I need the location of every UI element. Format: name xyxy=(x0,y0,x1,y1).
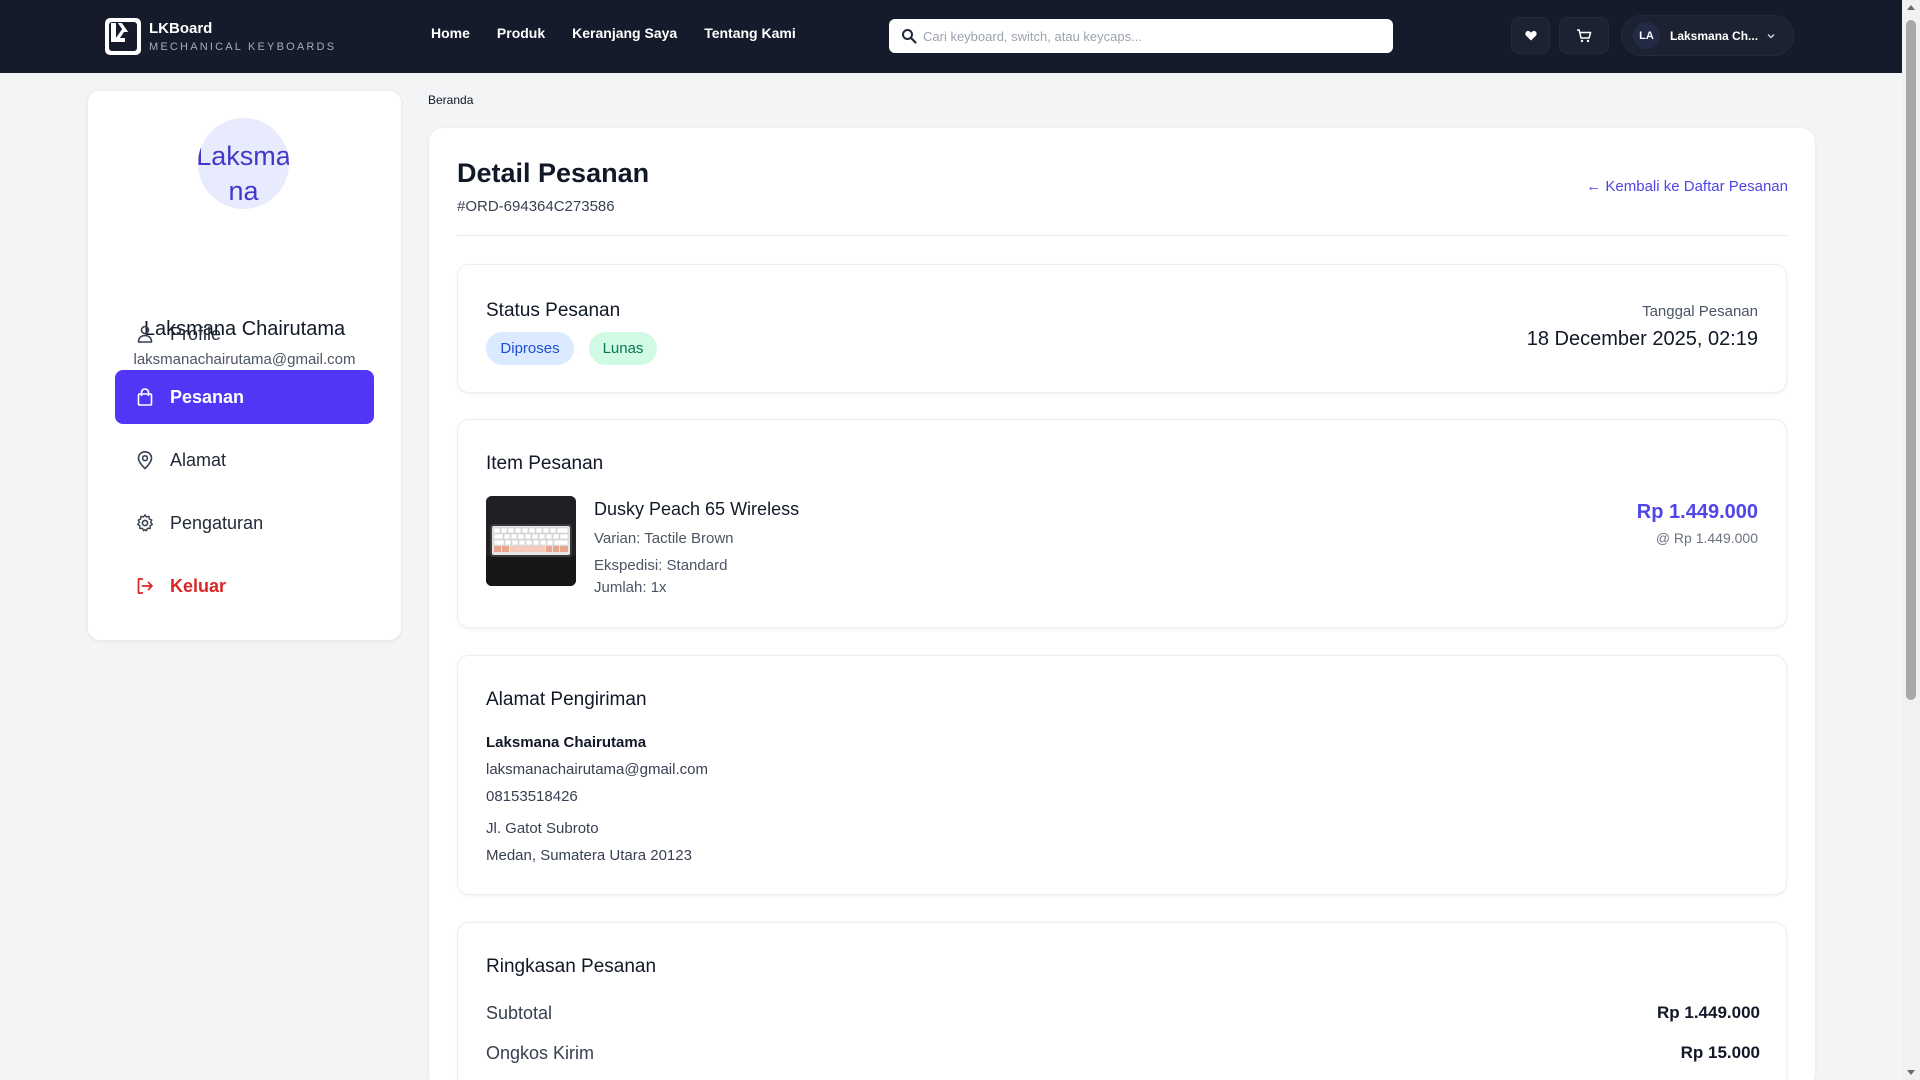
summary-row-shipping: Ongkos Kirim Rp 15.000 xyxy=(486,1043,1760,1064)
heart-icon xyxy=(1524,31,1537,41)
account-sidebar: Laksmana Chairutama Laksmana Chairutama … xyxy=(88,91,401,640)
product-total-price: Rp 1.449.000 xyxy=(1636,501,1758,523)
product-shipping: Ekspedisi: Standard xyxy=(594,557,728,574)
avatar-alt-text: Laksmana Chairutama xyxy=(198,141,289,206)
product-thumbnail[interactable] xyxy=(486,496,576,586)
order-detail-card: Detail Pesanan #ORD-694364C273586 ← Kemb… xyxy=(429,128,1815,1080)
address-street: Jl. Gatot Subroto xyxy=(486,820,599,837)
summary-section-title: Ringkasan Pesanan xyxy=(486,956,657,977)
sidebar-item-profile[interactable]: Profile xyxy=(115,307,374,361)
top-navbar: LKBoard MECHANICAL KEYBOARDS Home Produk… xyxy=(0,0,1902,73)
sidebar-item-label: Pesanan xyxy=(170,386,245,407)
page-title: Detail Pesanan xyxy=(457,158,650,188)
main-nav: Home Produk Keranjang Saya Tentang Kami xyxy=(431,25,823,41)
sidebar-item-pesanan[interactable]: Pesanan xyxy=(115,370,374,424)
bag-icon xyxy=(137,388,153,406)
sidebar-item-keluar[interactable]: Keluar xyxy=(115,559,374,613)
search-bar[interactable] xyxy=(889,19,1393,53)
summary-value: Rp 1.449.000 xyxy=(1656,1003,1760,1022)
nav-tentang[interactable]: Tentang Kami xyxy=(704,25,796,41)
recipient-email: laksmanachairutama@gmail.com xyxy=(486,761,708,778)
user-avatar: LA xyxy=(1633,22,1660,49)
status-section-title: Status Pesanan xyxy=(486,300,621,321)
cart-icon xyxy=(1577,28,1592,42)
status-badge-paid: Lunas xyxy=(589,332,657,365)
page-scrollbar[interactable] xyxy=(1902,0,1920,1080)
order-id: #ORD-694364C273586 xyxy=(457,198,615,215)
shipping-address-section: Alamat Pengiriman Laksmana Chairutama la… xyxy=(457,655,1787,895)
summary-label: Ongkos Kirim xyxy=(486,1043,595,1063)
keyboard-product-image xyxy=(486,496,576,586)
status-badge-processing: Diproses xyxy=(486,332,574,365)
cart-button[interactable] xyxy=(1559,17,1609,54)
user-menu-button[interactable]: LA Laksmana Ch... xyxy=(1621,15,1794,56)
nav-home[interactable]: Home xyxy=(431,25,470,41)
sidebar-item-label: Pengaturan xyxy=(170,512,264,533)
lkboard-logo-icon xyxy=(105,18,141,55)
scrollbar-thumb[interactable] xyxy=(1906,20,1916,700)
user-icon xyxy=(137,325,153,343)
sidebar-item-alamat[interactable]: Alamat xyxy=(115,433,374,487)
product-variant: Varian: Tactile Brown xyxy=(594,530,734,547)
wishlist-button[interactable] xyxy=(1511,17,1550,54)
nav-produk[interactable]: Produk xyxy=(497,25,545,41)
sidebar-item-label: Alamat xyxy=(170,449,227,470)
recipient-phone: 08153518426 xyxy=(486,788,578,805)
user-name-short: Laksmana Ch... xyxy=(1670,28,1759,43)
search-icon xyxy=(902,29,917,44)
sidebar-item-label: Keluar xyxy=(170,575,227,596)
brand-tagline: MECHANICAL KEYBOARDS xyxy=(149,41,337,53)
brand-name: LKBoard xyxy=(149,20,213,37)
address-city: Medan, Sumatera Utara 20123 xyxy=(486,847,692,864)
sidebar-item-label: Profile xyxy=(170,323,222,344)
header-divider xyxy=(457,235,1787,236)
nav-keranjang[interactable]: Keranjang Saya xyxy=(572,25,677,41)
search-input[interactable] xyxy=(923,28,1383,44)
order-summary-section: Ringkasan Pesanan Subtotal Rp 1.449.000 … xyxy=(457,922,1787,1080)
address-section-title: Alamat Pengiriman xyxy=(486,689,647,710)
summary-row-subtotal: Subtotal Rp 1.449.000 xyxy=(486,1003,1760,1024)
order-status-section: Status Pesanan Diproses Lunas Tanggal Pe… xyxy=(457,264,1787,393)
logout-icon xyxy=(137,578,153,594)
back-to-orders-link[interactable]: ← Kembali ke Daftar Pesanan xyxy=(1586,178,1788,195)
scroll-down-arrow-icon[interactable] xyxy=(1907,1070,1915,1075)
product-name[interactable]: Dusky Peach 65 Wireless xyxy=(594,499,799,520)
order-date-value: 18 December 2025, 02:19 xyxy=(1526,328,1758,350)
sidebar-item-pengaturan[interactable]: Pengaturan xyxy=(115,496,374,550)
product-unit-price: @ Rp 1.449.000 xyxy=(1655,530,1758,546)
summary-label: Subtotal xyxy=(486,1003,553,1023)
profile-avatar: Laksmana Chairutama xyxy=(198,118,289,209)
items-section-title: Item Pesanan xyxy=(486,453,604,474)
scroll-up-arrow-icon[interactable] xyxy=(1907,5,1915,10)
chevron-down-icon xyxy=(1767,33,1775,38)
map-pin-icon xyxy=(137,450,153,470)
order-items-section: Item Pesanan Dusky Peach 65 Wireless Var… xyxy=(457,419,1787,628)
product-quantity: Jumlah: 1x xyxy=(594,579,667,596)
summary-value: Rp 15.000 xyxy=(1680,1043,1760,1062)
brand-logo-link[interactable]: LKBoard MECHANICAL KEYBOARDS xyxy=(105,18,336,55)
breadcrumb[interactable]: Beranda xyxy=(428,93,473,107)
recipient-name: Laksmana Chairutama xyxy=(486,734,647,751)
gear-icon xyxy=(136,514,154,532)
order-date-label: Tanggal Pesanan xyxy=(1642,303,1758,320)
